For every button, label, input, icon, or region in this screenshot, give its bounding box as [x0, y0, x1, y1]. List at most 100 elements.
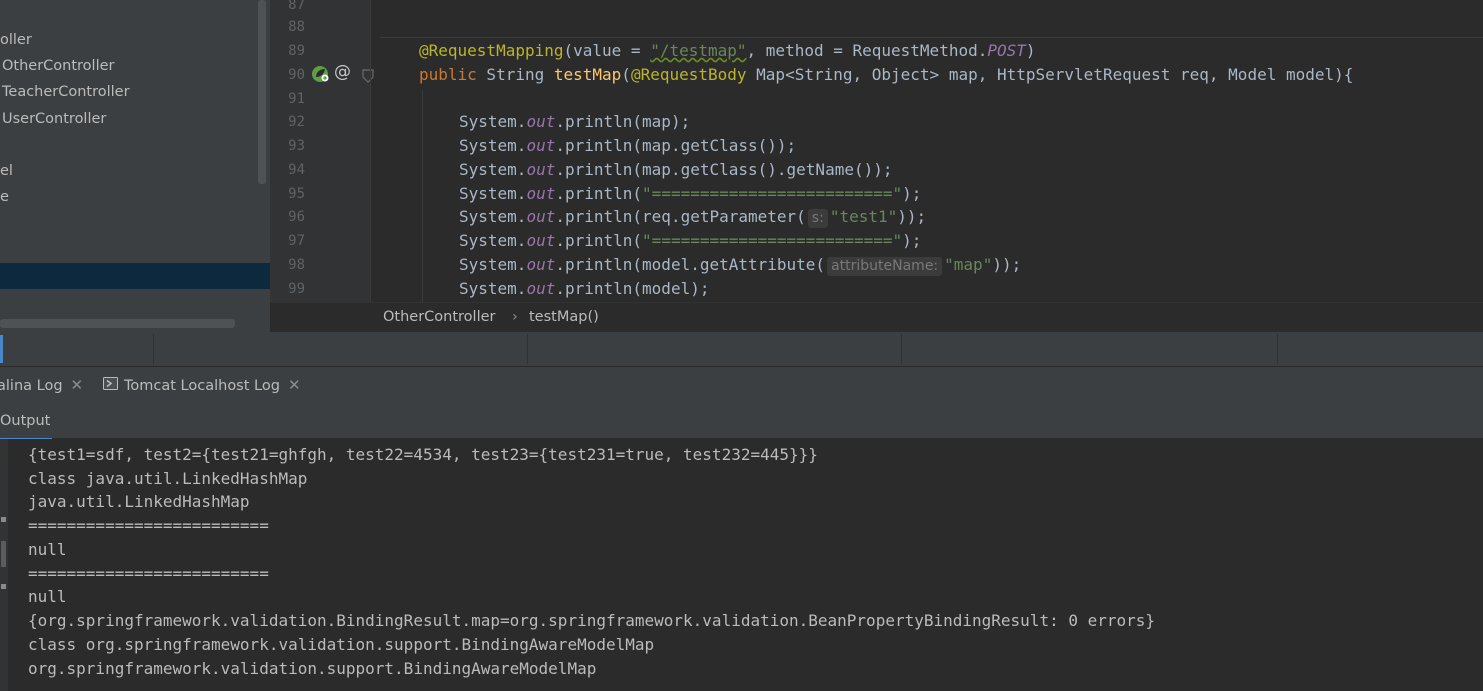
- code-line-96[interactable]: System.out.println(req.getParameter(s: "t…: [459, 205, 926, 229]
- line-number: 91: [288, 91, 305, 107]
- code-token: );: [902, 231, 922, 250]
- close-icon[interactable]: ✕: [71, 376, 84, 394]
- strip-separator: [1277, 334, 1278, 364]
- console-line: java.util.LinkedHashMap: [28, 492, 250, 511]
- code-line-90[interactable]: public String testMap(@RequestBody Map<S…: [419, 63, 1353, 87]
- log-tabs-bar: alina Log ✕ Tomcat Localhost Log ✕: [0, 366, 1483, 405]
- code-token: out: [526, 279, 556, 298]
- code-line-92[interactable]: System.out.println(map);: [459, 110, 690, 134]
- code-token: .println(model);: [555, 279, 710, 298]
- console-toolbar-strip: [0, 439, 8, 691]
- code-token: out: [526, 255, 556, 274]
- code-token: "/testmap": [650, 41, 747, 60]
- breadcrumb-class[interactable]: OtherController: [383, 303, 496, 332]
- console-line: org.springframework.validation.support.B…: [28, 659, 597, 678]
- console-output[interactable]: {test1=sdf, test2={test21=ghfgh, test22=…: [0, 439, 1483, 691]
- code-line-93[interactable]: System.out.println(map.getClass());: [459, 134, 796, 158]
- code-token: out: [526, 207, 556, 226]
- code-line-98[interactable]: System.out.println(model.getAttribute(at…: [459, 253, 1021, 277]
- tree-horizontal-scrollbar[interactable]: [0, 319, 235, 328]
- console-line: null: [28, 540, 67, 559]
- code-token: POST: [987, 41, 1026, 60]
- strip-separator: [527, 334, 528, 364]
- console-tool-icon[interactable]: [1, 517, 6, 522]
- code-token: System.: [459, 255, 527, 274]
- code-token: String: [476, 65, 554, 84]
- code-editor[interactable]: 87 88 89 90 91 92 93 94 95 96 97 98 99 @: [270, 0, 1483, 302]
- tree-item-user-controller[interactable]: UserController: [2, 106, 106, 132]
- code-token: .println(map);: [555, 112, 691, 131]
- code-token: out: [526, 136, 556, 155]
- code-token: out: [526, 112, 556, 131]
- spring-mapping-icon[interactable]: [311, 64, 331, 88]
- console-line: {org.springframework.validation.BindingR…: [28, 611, 1156, 630]
- console-tool-icon[interactable]: [1, 584, 6, 589]
- code-token: @RequestBody: [630, 65, 747, 84]
- tree-vertical-scrollbar[interactable]: [258, 0, 266, 184]
- tree-item-teacher-controller[interactable]: TeacherController: [2, 79, 130, 105]
- tree-item-service[interactable]: e: [0, 184, 9, 210]
- code-token: (value =: [563, 41, 651, 60]
- strip-separator: [901, 334, 902, 364]
- code-token: ): [1025, 41, 1036, 60]
- tree-item-controller[interactable]: oller: [0, 27, 32, 53]
- line-number: 88: [288, 19, 305, 35]
- close-icon[interactable]: ✕: [288, 376, 301, 394]
- line-number: 90: [288, 67, 305, 83]
- code-token: "=========================": [642, 184, 903, 203]
- code-token: ));: [992, 255, 1022, 274]
- console-clipped-line: [28, 439, 628, 442]
- code-token: System.: [459, 279, 527, 298]
- line-number: 98: [288, 257, 305, 273]
- code-token: out: [526, 184, 556, 203]
- code-token: System.: [459, 136, 527, 155]
- method-separator: [380, 37, 1483, 38]
- code-token: Map<String, Object> map, HttpServletRequ…: [746, 65, 1354, 84]
- tab-label: alina Log: [0, 378, 63, 394]
- code-token: out: [526, 231, 556, 250]
- code-line-97[interactable]: System.out.println("====================…: [459, 229, 921, 253]
- console-line: null: [28, 587, 67, 606]
- code-token: @RequestMapping: [419, 41, 564, 60]
- code-token: "=========================": [642, 231, 903, 250]
- indent-guide: [422, 90, 423, 302]
- editor-gutter: 87 88 89 90 91 92 93 94 95 96 97 98 99 @: [270, 0, 374, 302]
- line-number: 95: [288, 186, 305, 202]
- console-line: class java.util.LinkedHashMap: [28, 469, 308, 488]
- console-line: =========================: [28, 516, 269, 535]
- breadcrumb-method[interactable]: testMap(): [529, 303, 599, 332]
- code-token: .println(: [555, 184, 643, 203]
- gutter-divider: [370, 0, 371, 302]
- console-tool-icon[interactable]: [1, 541, 6, 567]
- breadcrumb-separator: ›: [512, 309, 518, 325]
- parameter-hint: attributeName:: [827, 257, 943, 276]
- line-number: 99: [288, 281, 305, 297]
- strip-separator: [153, 334, 154, 364]
- tree-item-model[interactable]: el: [0, 158, 13, 184]
- line-number: 97: [288, 233, 305, 249]
- tab-catalina-log[interactable]: alina Log ✕: [0, 367, 83, 404]
- tab-output[interactable]: Output: [0, 404, 53, 440]
- code-token: public: [419, 65, 477, 84]
- fold-icon[interactable]: [362, 68, 374, 87]
- tree-selected-row[interactable]: [0, 263, 270, 289]
- line-number: 92: [288, 114, 305, 130]
- at-annotation-icon[interactable]: @: [334, 62, 351, 82]
- code-line-95[interactable]: System.out.println("====================…: [459, 182, 921, 206]
- line-number: 94: [288, 162, 305, 178]
- code-token: (: [621, 65, 631, 84]
- console-icon: [103, 368, 118, 405]
- run-tool-strip: [0, 332, 1483, 366]
- code-token: System.: [459, 184, 527, 203]
- code-token: ));: [897, 207, 927, 226]
- tree-item-other-controller[interactable]: OtherController: [2, 53, 115, 79]
- project-tree-panel: oller OtherController TeacherController …: [0, 0, 270, 332]
- code-line-99[interactable]: System.out.println(model);: [459, 277, 709, 301]
- line-number: 93: [288, 138, 305, 154]
- code-line-94[interactable]: System.out.println(map.getClass().getNam…: [459, 158, 893, 182]
- console-line: {test1=sdf, test2={test21=ghfgh, test22=…: [28, 445, 818, 464]
- code-line-89[interactable]: @RequestMapping(value = "/testmap", meth…: [419, 39, 1036, 63]
- code-token: .println(map.getClass());: [555, 136, 797, 155]
- console-line: =========================: [28, 564, 269, 583]
- tab-tomcat-localhost-log[interactable]: Tomcat Localhost Log ✕: [103, 367, 301, 404]
